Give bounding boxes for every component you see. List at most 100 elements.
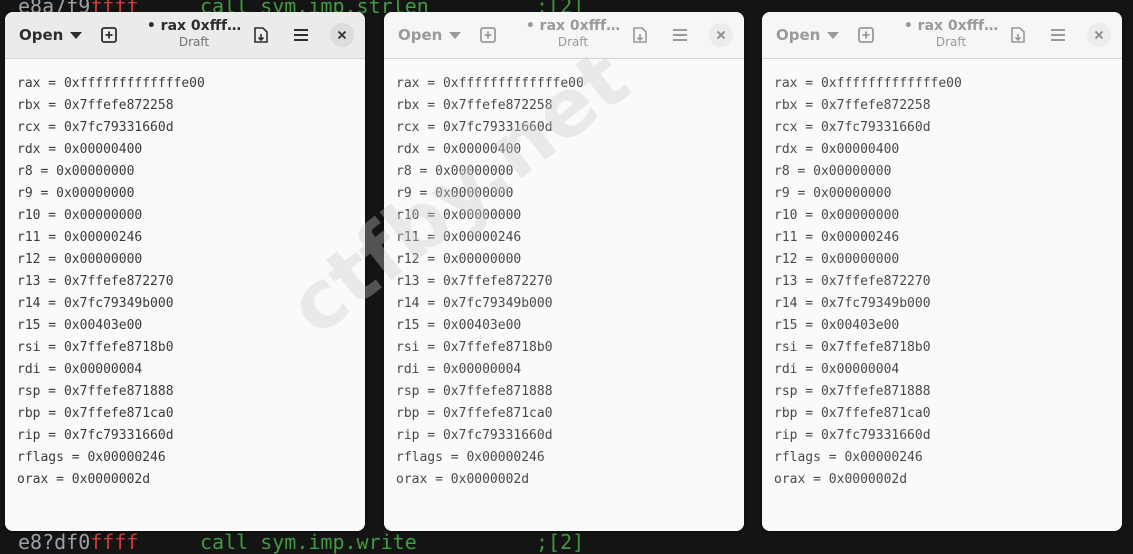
close-icon <box>716 30 726 40</box>
register-line: rip = 0x7fc79331660d <box>17 428 174 443</box>
terminal-instruction: call sym.imp.write <box>200 530 417 554</box>
register-line: rsi = 0x7ffefe8718b0 <box>774 340 931 355</box>
modified-indicator: • <box>525 18 535 34</box>
document-title: • rax 0xfff… Draft <box>514 18 632 49</box>
register-line: r8 = 0x00000000 <box>396 164 514 179</box>
register-line: rflags = 0x00000246 <box>17 450 166 465</box>
register-line: orax = 0x0000002d <box>396 472 530 487</box>
headerbar: Open • rax 0xfff… Draft <box>762 12 1122 59</box>
register-line: rip = 0x7fc79331660d <box>774 428 931 443</box>
close-icon <box>1094 30 1104 40</box>
register-line: rbx = 0x7ffefe872258 <box>396 98 553 113</box>
register-line: r14 = 0x7fc79349b000 <box>17 296 174 311</box>
register-line: rdx = 0x00000400 <box>774 142 900 157</box>
subtitle: Draft <box>935 35 967 49</box>
subtitle: Draft <box>557 35 589 49</box>
new-tab-icon[interactable] <box>476 23 500 47</box>
close-button[interactable] <box>709 23 733 47</box>
open-button[interactable]: Open <box>11 21 90 49</box>
open-button[interactable]: Open <box>768 21 847 49</box>
register-line: r13 = 0x7ffefe872270 <box>774 274 931 289</box>
new-tab-icon[interactable] <box>854 23 878 47</box>
register-line: rdi = 0x00000004 <box>396 362 522 377</box>
register-line: r11 = 0x00000246 <box>774 230 900 245</box>
register-line: rdi = 0x00000004 <box>774 362 900 377</box>
chevron-down-icon <box>70 31 83 39</box>
register-line: rcx = 0x7fc79331660d <box>17 120 174 135</box>
register-line: rax = 0xfffffffffffffe00 <box>17 76 205 91</box>
register-line: rsp = 0x7ffefe871888 <box>774 384 931 399</box>
register-line: rax = 0xfffffffffffffe00 <box>774 76 962 91</box>
terminal-comment: ;[2] <box>536 530 585 554</box>
register-line: rbp = 0x7ffefe871ca0 <box>17 406 174 421</box>
register-line: r10 = 0x00000000 <box>17 208 143 223</box>
title-text: rax 0xfff… <box>160 18 242 34</box>
save-icon[interactable] <box>628 23 652 47</box>
headerbar: Open • rax 0xfff… Draft <box>5 12 365 59</box>
subtitle: Draft <box>178 35 210 49</box>
register-line: rbx = 0x7ffefe872258 <box>17 98 174 113</box>
register-line: r12 = 0x00000000 <box>396 252 522 267</box>
register-line: rsp = 0x7ffefe871888 <box>396 384 553 399</box>
register-line: r10 = 0x00000000 <box>396 208 522 223</box>
register-line: r12 = 0x00000000 <box>774 252 900 267</box>
register-line: r9 = 0x00000000 <box>396 186 514 201</box>
register-line: r8 = 0x00000000 <box>774 164 892 179</box>
register-line: rip = 0x7fc79331660d <box>396 428 553 443</box>
menu-icon[interactable] <box>1046 23 1070 47</box>
document-title: • rax 0xfff… Draft <box>135 18 253 49</box>
register-line: rdi = 0x00000004 <box>17 362 143 377</box>
save-icon[interactable] <box>249 23 273 47</box>
close-icon <box>337 30 347 40</box>
register-line: rflags = 0x00000246 <box>774 450 923 465</box>
new-tab-icon[interactable] <box>97 23 121 47</box>
register-line: r12 = 0x00000000 <box>17 252 143 267</box>
open-button[interactable]: Open <box>390 21 469 49</box>
menu-icon[interactable] <box>289 23 313 47</box>
register-line: r11 = 0x00000246 <box>17 230 143 245</box>
register-line: rax = 0xfffffffffffffe00 <box>396 76 584 91</box>
open-label: Open <box>19 26 64 44</box>
text-editor-window-2[interactable]: Open • rax 0xfff… Draft rax = 0xffffffff… <box>384 12 744 531</box>
register-line: rbp = 0x7ffefe871ca0 <box>396 406 553 421</box>
register-line: r13 = 0x7ffefe872270 <box>396 274 553 289</box>
register-line: r11 = 0x00000246 <box>396 230 522 245</box>
text-editor-window-1[interactable]: Open • rax 0xfff… Draft rax = 0xffffffff… <box>5 12 365 531</box>
register-line: r15 = 0x00403e00 <box>774 318 900 333</box>
close-button[interactable] <box>1087 23 1111 47</box>
register-line: r14 = 0x7fc79349b000 <box>396 296 553 311</box>
register-line: rbp = 0x7ffefe871ca0 <box>774 406 931 421</box>
register-line: rflags = 0x00000246 <box>396 450 545 465</box>
terminal-address-high: ffff <box>90 530 139 554</box>
register-line: r15 = 0x00403e00 <box>396 318 522 333</box>
register-line: r15 = 0x00403e00 <box>17 318 143 333</box>
title-text: rax 0xfff… <box>917 18 999 34</box>
text-area[interactable]: rax = 0xfffffffffffffe00 rbx = 0x7ffefe8… <box>5 59 365 531</box>
headerbar: Open • rax 0xfff… Draft <box>384 12 744 59</box>
menu-icon[interactable] <box>668 23 692 47</box>
register-line: rdx = 0x00000400 <box>396 142 522 157</box>
title-text: rax 0xfff… <box>539 18 621 34</box>
text-area[interactable]: rax = 0xfffffffffffffe00 rbx = 0x7ffefe8… <box>384 59 744 531</box>
text-area[interactable]: rax = 0xfffffffffffffe00 rbx = 0x7ffefe8… <box>762 59 1122 531</box>
terminal-line: e8?df0ffff <box>18 530 138 554</box>
chevron-down-icon <box>827 31 840 39</box>
modified-indicator: • <box>903 18 913 34</box>
terminal-address: e8?df0 <box>18 530 91 554</box>
register-line: rdx = 0x00000400 <box>17 142 143 157</box>
register-line: r9 = 0x00000000 <box>774 186 892 201</box>
register-line: orax = 0x0000002d <box>17 472 151 487</box>
register-line: r10 = 0x00000000 <box>774 208 900 223</box>
register-line: rcx = 0x7fc79331660d <box>396 120 553 135</box>
close-button[interactable] <box>330 23 354 47</box>
save-icon[interactable] <box>1006 23 1030 47</box>
register-line: rbx = 0x7ffefe872258 <box>774 98 931 113</box>
text-editor-window-3[interactable]: Open • rax 0xfff… Draft rax = 0xffffffff… <box>762 12 1122 531</box>
open-label: Open <box>398 26 443 44</box>
document-title: • rax 0xfff… Draft <box>892 18 1010 49</box>
register-line: r14 = 0x7fc79349b000 <box>774 296 931 311</box>
register-line: r9 = 0x00000000 <box>17 186 135 201</box>
open-label: Open <box>776 26 821 44</box>
register-line: rsp = 0x7ffefe871888 <box>17 384 174 399</box>
modified-indicator: • <box>146 18 156 34</box>
